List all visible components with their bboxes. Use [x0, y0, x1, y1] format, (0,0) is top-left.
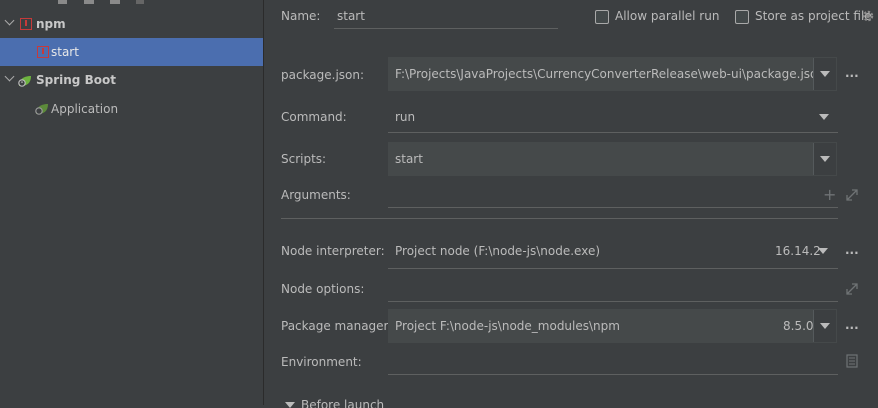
- arguments-field[interactable]: +: [388, 182, 858, 208]
- scripts-combo[interactable]: start: [388, 142, 837, 176]
- command-label: Command:: [281, 110, 347, 124]
- toolbar-sort-icon[interactable]: [136, 0, 144, 4]
- tree-item-label: npm: [36, 17, 66, 31]
- node-version: 16.14.2: [775, 244, 821, 258]
- run-config-tree: npm start Spring Boot Application: [0, 0, 263, 405]
- allow-parallel-label[interactable]: Allow parallel run: [615, 9, 719, 23]
- node-options-underline: [388, 301, 838, 302]
- before-launch-label: Before launch: [301, 398, 385, 408]
- command-combo[interactable]: run: [388, 101, 838, 133]
- node-interpreter-browse-button[interactable]: ...: [845, 243, 859, 257]
- scripts-value: start: [395, 152, 423, 166]
- run-config-form: Name: start Allow parallel run Store as …: [264, 0, 878, 408]
- allow-parallel-checkbox[interactable]: [595, 10, 609, 24]
- toolbar-copy-icon[interactable]: [58, 0, 67, 4]
- tree-item-label: Application: [51, 102, 119, 116]
- node-interpreter-label: Node interpreter:: [281, 244, 385, 258]
- tree-item-application[interactable]: Application: [0, 95, 263, 123]
- name-field-underline: [334, 28, 558, 29]
- section-separator: [281, 218, 838, 219]
- package-manager-version: 8.5.0: [783, 319, 814, 333]
- scripts-label: Scripts:: [281, 152, 327, 166]
- tree-item-start[interactable]: start: [0, 38, 263, 66]
- tree-item-label: start: [51, 45, 79, 59]
- chevron-down-icon: [820, 323, 830, 329]
- name-label: Name:: [281, 9, 321, 23]
- chevron-down-icon: [820, 156, 830, 162]
- environment-label: Environment:: [281, 355, 362, 369]
- package-json-browse-button[interactable]: ...: [845, 66, 859, 80]
- node-interpreter-value: Project node (F:\node-js\node.exe): [395, 244, 601, 258]
- scripts-dropdown-button[interactable]: [813, 143, 836, 175]
- spring-boot-icon: [18, 76, 31, 87]
- package-json-dropdown-button[interactable]: [813, 58, 836, 90]
- node-options-field[interactable]: [388, 276, 858, 302]
- environment-underline: [388, 374, 838, 375]
- arguments-underline: [388, 207, 838, 208]
- name-field[interactable]: start: [334, 4, 558, 29]
- environment-field[interactable]: [388, 349, 858, 375]
- expand-icon[interactable]: [846, 283, 858, 295]
- expand-icon[interactable]: [846, 189, 858, 201]
- before-launch-section[interactable]: Before launch: [281, 396, 481, 408]
- package-json-combo[interactable]: F:\Projects\JavaProjects\CurrencyConvert…: [388, 57, 837, 91]
- package-manager-value: Project F:\node-js\node_modules\npm: [395, 319, 620, 333]
- chevron-down-icon[interactable]: [818, 248, 828, 254]
- store-project-checkbox[interactable]: [735, 10, 749, 24]
- tree-item-label: Spring Boot: [36, 73, 116, 87]
- chevron-down-icon[interactable]: [819, 114, 829, 120]
- tree-item-spring-boot[interactable]: Spring Boot: [0, 67, 263, 95]
- add-icon[interactable]: +: [823, 185, 836, 204]
- chevron-down-icon[interactable]: [4, 15, 15, 26]
- chevron-down-icon[interactable]: [285, 402, 295, 408]
- node-options-label: Node options:: [281, 282, 365, 296]
- store-project-label[interactable]: Store as project file: [755, 9, 872, 23]
- npm-icon: [37, 46, 49, 58]
- package-manager-dropdown-button[interactable]: [813, 310, 836, 342]
- document-icon[interactable]: [846, 354, 858, 368]
- tree-item-npm[interactable]: npm: [0, 11, 263, 39]
- command-underline: [388, 132, 838, 133]
- package-json-value: F:\Projects\JavaProjects\CurrencyConvert…: [395, 67, 826, 81]
- package-manager-browse-button[interactable]: ...: [845, 318, 859, 332]
- node-interpreter-combo[interactable]: Project node (F:\node-js\node.exe) 16.14…: [388, 233, 838, 269]
- toolbar-edit-icon[interactable]: [110, 0, 120, 4]
- command-value: run: [395, 110, 416, 124]
- chevron-down-icon: [820, 71, 830, 77]
- name-field-value: start: [337, 9, 365, 23]
- npm-icon: [20, 18, 32, 30]
- spring-boot-app-icon: [35, 104, 48, 115]
- package-json-label: package.json:: [281, 68, 365, 82]
- toolbar-save-icon[interactable]: [84, 0, 94, 4]
- package-manager-combo[interactable]: Project F:\node-js\node_modules\npm 8.5.…: [388, 309, 837, 343]
- arguments-label: Arguments:: [281, 188, 351, 202]
- chevron-down-icon[interactable]: [4, 71, 15, 82]
- node-interpreter-underline: [388, 268, 838, 269]
- gear-icon[interactable]: [861, 9, 875, 23]
- package-manager-label: Package manager:: [281, 319, 393, 333]
